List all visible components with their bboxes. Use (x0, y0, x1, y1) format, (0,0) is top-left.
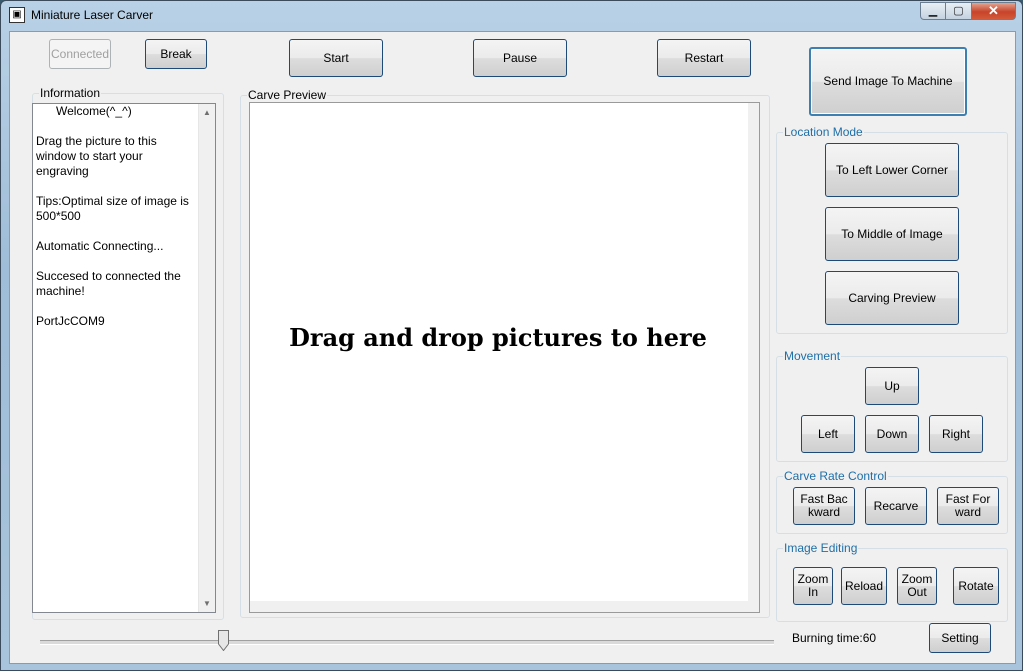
restart-button[interactable]: Restart (657, 39, 751, 77)
drop-hint-text: Drag and drop pictures to here (289, 323, 707, 352)
slider-thumb[interactable] (218, 630, 229, 651)
break-button[interactable]: Break (145, 39, 207, 69)
laser-carver-app-icon[interactable]: ▣ (9, 7, 25, 23)
move-down-button[interactable]: Down (865, 415, 919, 453)
canvas-bottom-margin (250, 601, 759, 612)
caption-buttons: ▁ ▢ ✕ (920, 2, 1016, 21)
carve-preview-label: Carve Preview (247, 88, 328, 102)
window-title: Miniature Laser Carver (31, 8, 154, 22)
move-left-button[interactable]: Left (801, 415, 855, 453)
recarve-button[interactable]: Recarve (865, 487, 927, 525)
information-text: Welcome(^_^) Drag the picture to this wi… (36, 104, 189, 328)
scroll-up-icon[interactable]: ▲ (199, 104, 215, 121)
location-mode-label: Location Mode (783, 125, 864, 139)
canvas-drop-area[interactable]: Drag and drop pictures to here (250, 103, 748, 601)
fast-backward-button[interactable]: Fast Bac kward (793, 487, 855, 525)
pause-button[interactable]: Pause (473, 39, 567, 77)
image-editing-label: Image Editing (783, 541, 859, 555)
close-button[interactable]: ✕ (972, 2, 1016, 20)
start-button[interactable]: Start (289, 39, 383, 77)
rotate-button[interactable]: Rotate (953, 567, 999, 605)
fast-forward-button[interactable]: Fast For ward (937, 487, 999, 525)
move-up-button[interactable]: Up (865, 367, 919, 405)
maximize-button[interactable]: ▢ (946, 2, 972, 20)
reload-button[interactable]: Reload (841, 567, 887, 605)
close-icon: ✕ (988, 3, 999, 18)
information-textbox[interactable]: Welcome(^_^) Drag the picture to this wi… (32, 103, 216, 613)
canvas-right-margin (748, 103, 759, 612)
to-middle-of-image-button[interactable]: To Middle of Image (825, 207, 959, 261)
move-right-button[interactable]: Right (929, 415, 983, 453)
maximize-icon: ▢ (953, 5, 964, 17)
zoom-out-button[interactable]: Zoom Out (897, 567, 937, 605)
burning-time-label: Burning time:60 (792, 631, 877, 645)
information-scrollbar[interactable]: ▲ ▼ (198, 104, 215, 612)
title-bar[interactable]: ▣ Miniature Laser Carver ▁ ▢ ✕ (1, 1, 1022, 29)
minimize-button[interactable]: ▁ (920, 2, 946, 20)
to-left-lower-corner-button[interactable]: To Left Lower Corner (825, 143, 959, 197)
scroll-down-icon[interactable]: ▼ (199, 595, 215, 612)
send-image-button[interactable]: Send Image To Machine (809, 47, 967, 116)
minimize-icon: ▁ (928, 5, 938, 17)
burning-time-slider[interactable] (40, 640, 774, 645)
carving-preview-button[interactable]: Carving Preview (825, 271, 959, 325)
carve-preview-canvas[interactable]: Drag and drop pictures to here (249, 102, 760, 613)
information-label: Information (39, 86, 102, 100)
setting-button[interactable]: Setting (929, 623, 991, 653)
movement-label: Movement (783, 349, 842, 363)
connected-button[interactable]: Connected (49, 39, 111, 69)
carve-rate-label: Carve Rate Control (783, 469, 888, 483)
zoom-in-button[interactable]: Zoom In (793, 567, 833, 605)
